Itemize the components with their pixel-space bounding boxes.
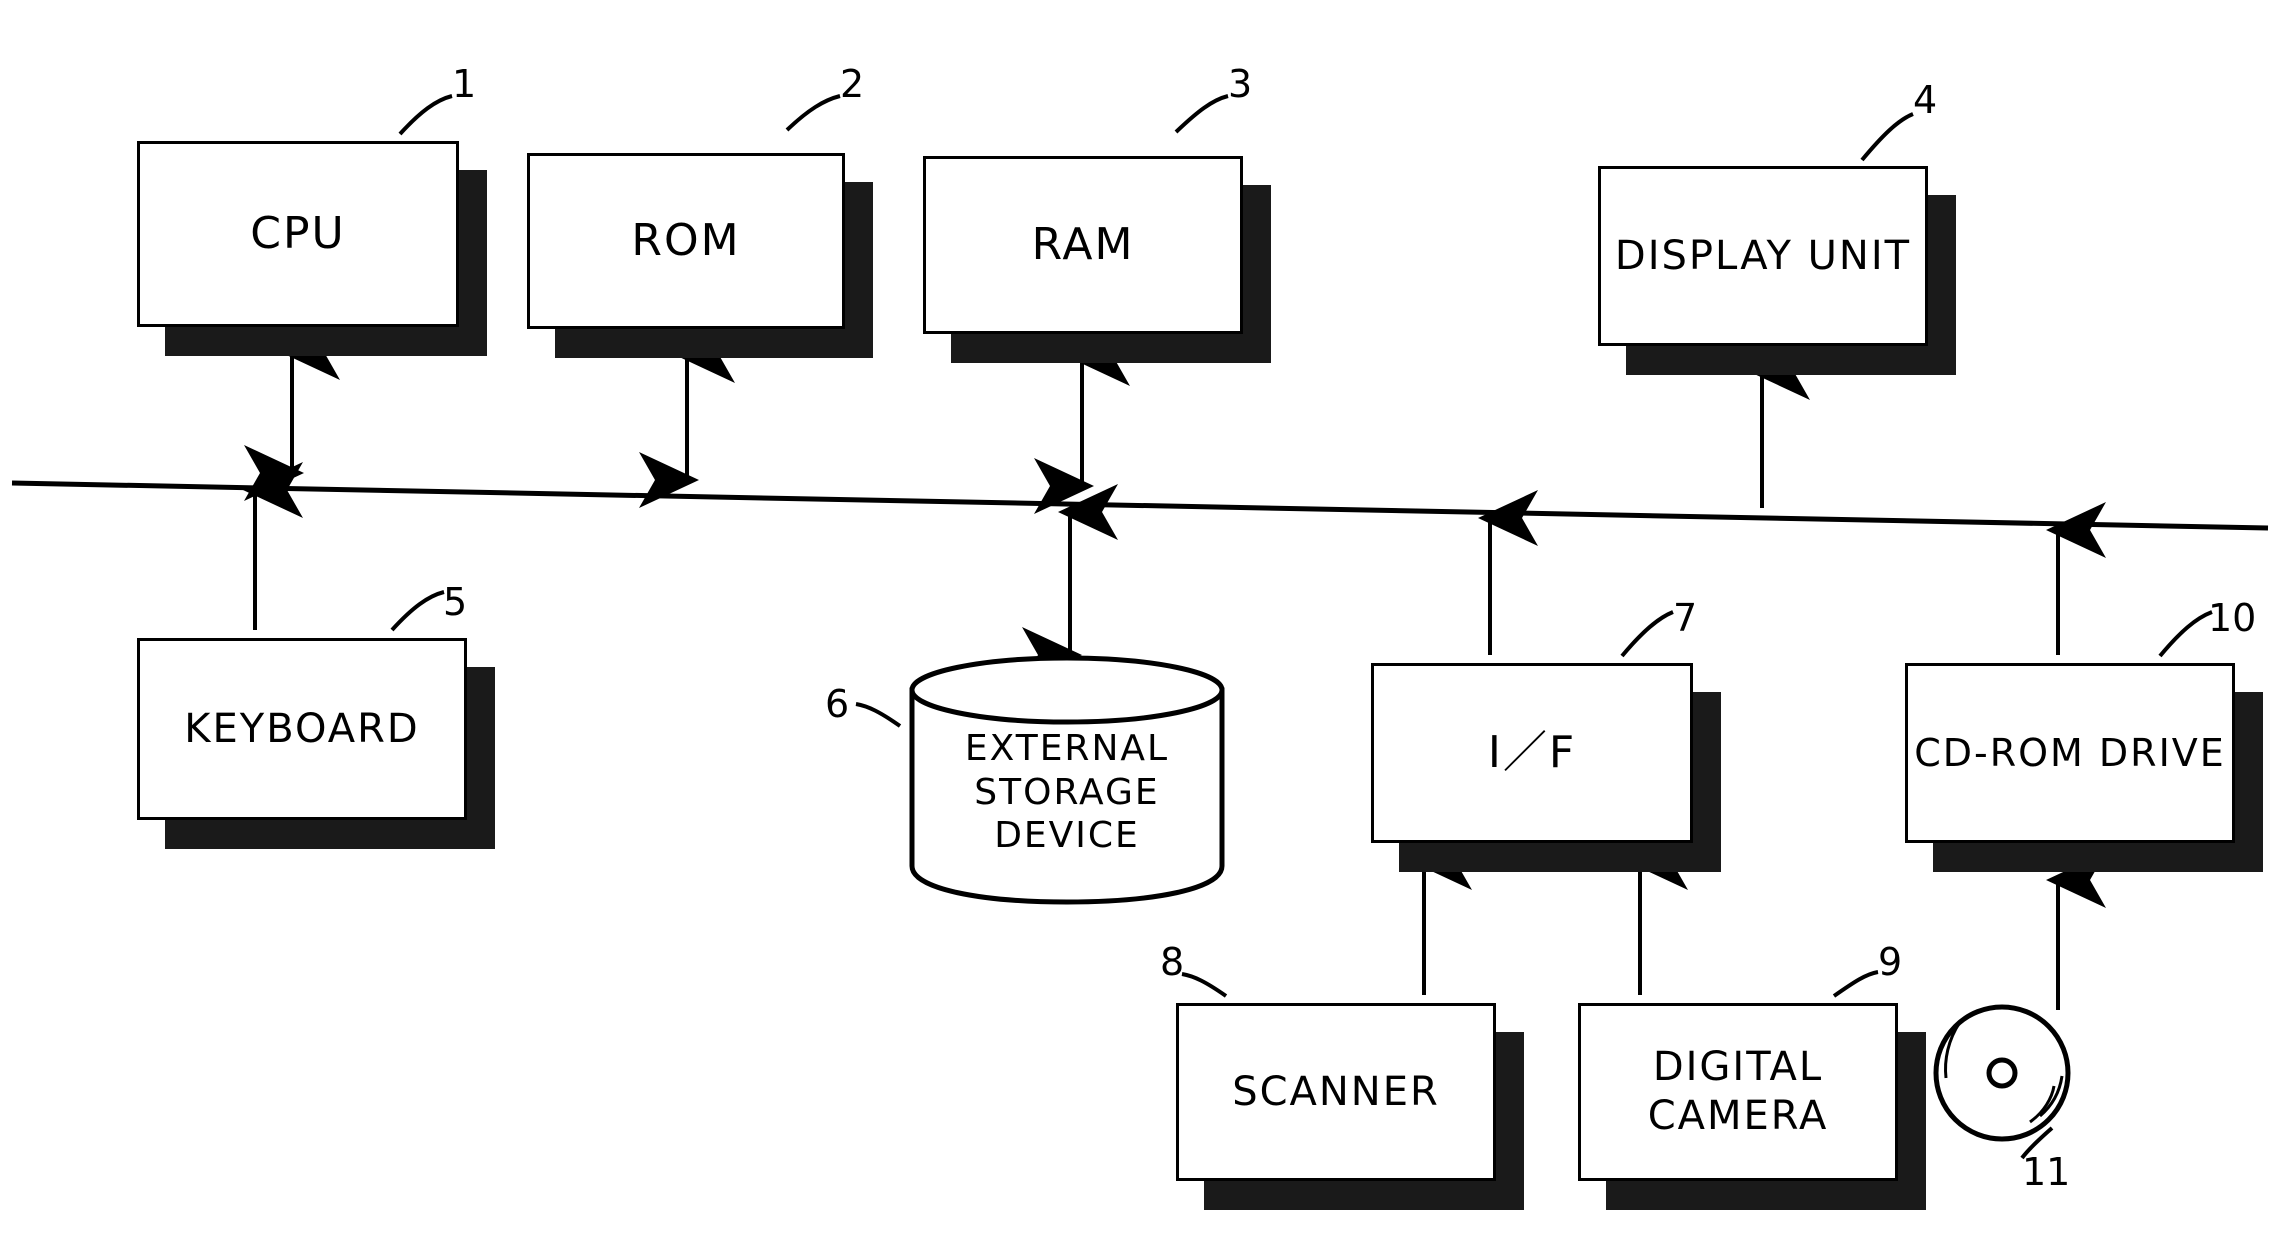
- system-bus-line: [11, 480, 2269, 531]
- block-label-cdrom-drive: CD-ROM DRIVE: [1905, 663, 2235, 843]
- block-label-keyboard: KEYBOARD: [137, 638, 467, 820]
- reference-number-5: 5: [443, 580, 468, 624]
- reference-number-4: 4: [1913, 78, 1938, 122]
- block-label-digital-camera: DIGITAL CAMERA: [1578, 1003, 1898, 1181]
- block-label-interface: I／F: [1371, 663, 1693, 843]
- reference-number-9: 9: [1878, 940, 1903, 984]
- reference-number-10: 10: [2208, 596, 2257, 640]
- cd-disc-media: [1933, 1004, 2071, 1142]
- block-label-cpu: CPU: [137, 141, 459, 327]
- reference-number-1: 1: [452, 62, 477, 106]
- block-label-scanner: SCANNER: [1176, 1003, 1496, 1181]
- block-label-display-unit: DISPLAY UNIT: [1598, 166, 1928, 346]
- block-label-rom: ROM: [527, 153, 845, 329]
- block-label-external-storage-device: EXTERNAL STORAGE DEVICE: [964, 727, 1170, 857]
- system-block-diagram: CPU ROM RAM DISPLAY UNIT KEYBOARD EXTERN…: [0, 0, 2280, 1259]
- reference-number-6: 6: [825, 682, 850, 726]
- reference-number-8: 8: [1160, 940, 1185, 984]
- reference-number-11: 11: [2022, 1150, 2071, 1194]
- reference-number-7: 7: [1673, 596, 1698, 640]
- reference-number-2: 2: [840, 62, 865, 106]
- block-label-ram: RAM: [923, 156, 1243, 334]
- reference-number-3: 3: [1228, 62, 1253, 106]
